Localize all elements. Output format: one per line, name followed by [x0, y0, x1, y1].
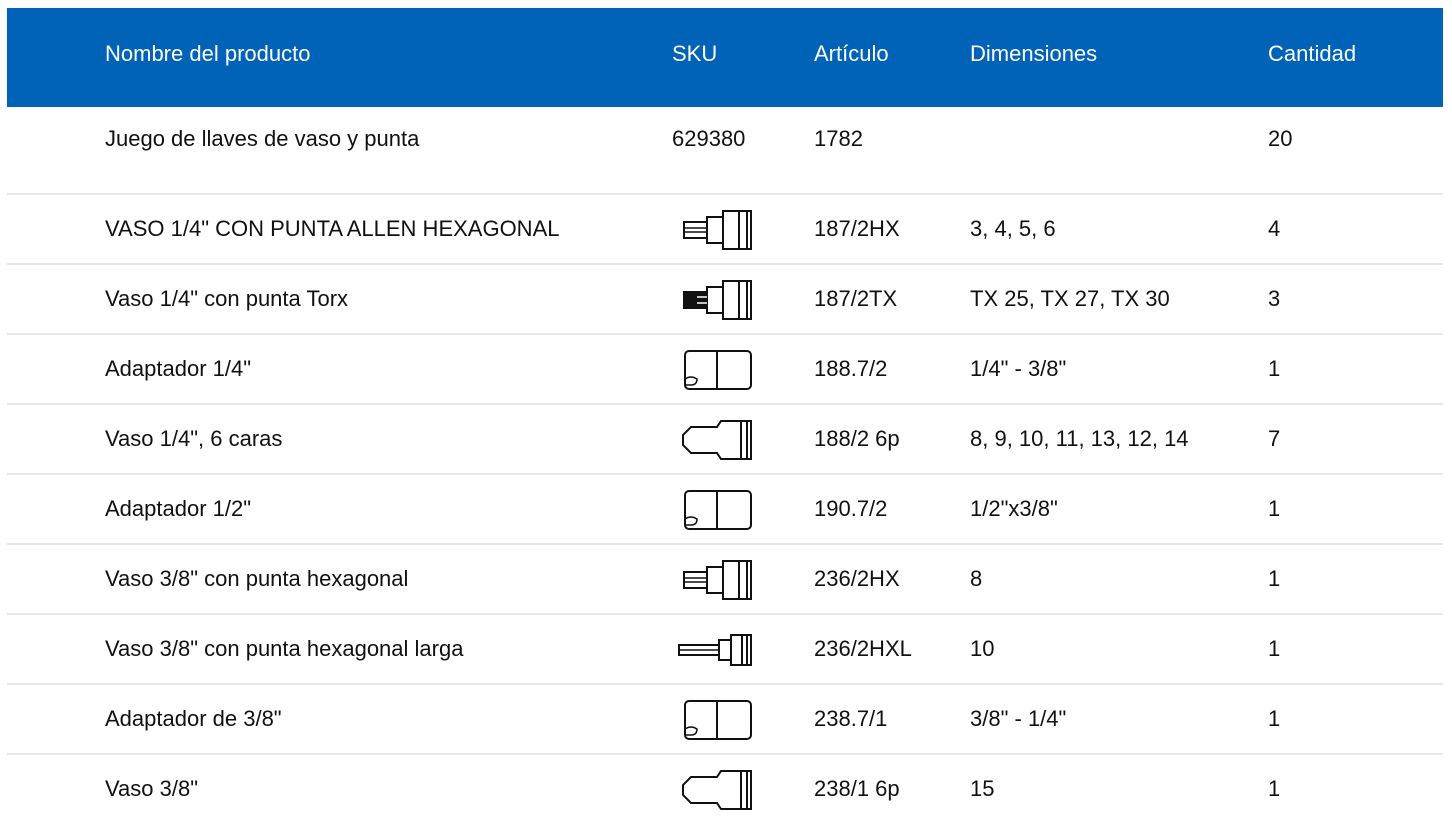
- cell-dimensions: 8, 9, 10, 11, 13, 12, 14: [970, 426, 1189, 451]
- cell-quantity: 1: [1268, 636, 1281, 661]
- cell-quantity: 1: [1268, 566, 1281, 591]
- header-dimensions: Dimensiones: [970, 41, 1098, 66]
- cell-product-name: Vaso 3/8": [105, 776, 199, 801]
- header-article: Artículo: [814, 41, 889, 66]
- cell-dimensions: 3/8" - 1/4": [970, 706, 1067, 731]
- cell-article: 238/1 6p: [814, 776, 900, 801]
- cell-dimensions: 15: [970, 776, 995, 801]
- table-row: VASO 1/4" CON PUNTA ALLEN HEXAGONAL 187/…: [7, 195, 1443, 265]
- cell-quantity: 1: [1268, 706, 1281, 731]
- table-row: Vaso 1/4" con punta Torx 187/2TX TX 25, …: [7, 265, 1443, 335]
- hex-bit-socket-icon: [667, 555, 759, 603]
- table-header: Nombre del producto SKU Artículo Dimensi…: [7, 8, 1443, 107]
- cell-quantity: 3: [1268, 286, 1281, 311]
- cell-dimensions: 1/2"x3/8": [970, 496, 1058, 521]
- cell-article: 188.7/2: [814, 356, 888, 381]
- header-quantity: Cantidad: [1268, 41, 1357, 66]
- torx-bit-socket-icon: [667, 275, 759, 323]
- cell-article: 187/2HX: [814, 216, 900, 241]
- cell-quantity: 1: [1268, 356, 1281, 381]
- cell-quantity: 1: [1268, 776, 1281, 801]
- cell-product-name: Adaptador 1/2": [105, 496, 252, 521]
- cell-dimensions: 10: [970, 636, 995, 661]
- socket-icon: [667, 765, 759, 813]
- cell-product-name: Vaso 1/4" con punta Torx: [105, 286, 349, 311]
- cell-dimensions: TX 25, TX 27, TX 30: [970, 286, 1170, 311]
- cell-quantity: 7: [1268, 426, 1281, 451]
- adapter-icon: [667, 485, 759, 533]
- header-sku: SKU: [672, 41, 718, 66]
- header-product-name: Nombre del producto: [105, 41, 311, 66]
- cell-dimensions: 3, 4, 5, 6: [970, 216, 1056, 241]
- cell-product-name: VASO 1/4" CON PUNTA ALLEN HEXAGONAL: [105, 216, 560, 241]
- cell-product-name: Adaptador de 3/8": [105, 706, 282, 731]
- cell-quantity: 1: [1268, 496, 1281, 521]
- product-table: Nombre del producto SKU Artículo Dimensi…: [7, 8, 1443, 823]
- cell-dimensions: 8: [970, 566, 983, 591]
- cell-article: 236/2HX: [814, 566, 900, 591]
- cell-product-name: Vaso 3/8" con punta hexagonal larga: [105, 636, 464, 661]
- table-row: Juego de llaves de vaso y punta 629380 1…: [7, 107, 1443, 195]
- cell-sku: 629380: [672, 126, 746, 151]
- cell-dimensions: 1/4" - 3/8": [970, 356, 1067, 381]
- cell-article: 236/2HXL: [814, 636, 912, 661]
- cell-product-name: Juego de llaves de vaso y punta: [105, 126, 420, 151]
- table-row: Vaso 3/8" con punta hexagonal larga 236/…: [7, 615, 1443, 685]
- cell-article: 190.7/2: [814, 496, 888, 521]
- socket-icon: [667, 415, 759, 463]
- cell-article: 238.7/1: [814, 706, 888, 731]
- table-row: Adaptador 1/4" 188.7/2 1/4" - 3/8" 1: [7, 335, 1443, 405]
- table-row: Vaso 3/8" 238/1 6p 15 1: [7, 755, 1443, 823]
- table-row: Adaptador de 3/8" 238.7/1 3/8" - 1/4" 1: [7, 685, 1443, 755]
- table-row: Adaptador 1/2" 190.7/2 1/2"x3/8" 1: [7, 475, 1443, 545]
- cell-product-name: Vaso 1/4", 6 caras: [105, 426, 283, 451]
- cell-quantity: 4: [1268, 216, 1281, 241]
- long-hex-bit-socket-icon: [667, 625, 759, 673]
- cell-article: 187/2TX: [814, 286, 898, 311]
- adapter-icon: [667, 345, 759, 393]
- cell-article: 188/2 6p: [814, 426, 900, 451]
- table-row: Vaso 3/8" con punta hexagonal 236/2HX 8 …: [7, 545, 1443, 615]
- cell-product-name: Vaso 3/8" con punta hexagonal: [105, 566, 409, 591]
- cell-product-name: Adaptador 1/4": [105, 356, 252, 381]
- hex-bit-socket-icon: [667, 205, 759, 253]
- adapter-icon: [667, 695, 759, 743]
- cell-article: 1782: [814, 126, 863, 151]
- cell-quantity: 20: [1268, 126, 1293, 151]
- table-row: Vaso 1/4", 6 caras 188/2 6p 8, 9, 10, 11…: [7, 405, 1443, 475]
